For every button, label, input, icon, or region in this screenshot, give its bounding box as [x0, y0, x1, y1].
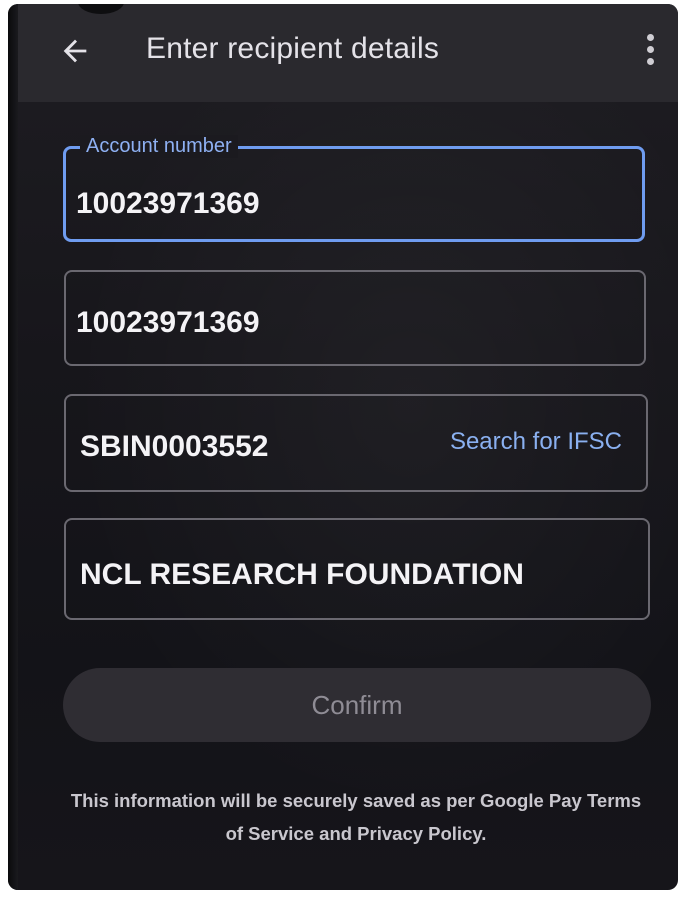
- recipient-name-value: NCL RESEARCH FOUNDATION: [80, 558, 524, 591]
- ifsc-field[interactable]: SBIN0003552 Search for IFSC: [64, 394, 648, 492]
- disclaimer-line-1: This information will be securely saved …: [70, 790, 642, 811]
- search-ifsc-link[interactable]: Search for IFSC: [450, 428, 622, 456]
- more-vert-icon[interactable]: [644, 34, 656, 70]
- page-title: Enter recipient details: [146, 32, 440, 65]
- disclaimer-text: This information will be securely saved …: [48, 784, 664, 850]
- confirm-button[interactable]: Confirm: [63, 668, 651, 742]
- phone-bezel: [8, 4, 18, 890]
- arrow-left-icon[interactable]: [58, 34, 92, 68]
- camera-cutout: [78, 4, 124, 14]
- account-number-value: 10023971369: [76, 187, 260, 220]
- disclaimer-line-2: of Service and Privacy Policy.: [225, 823, 487, 844]
- phone-screen: Enter recipient details Account number 1…: [8, 4, 678, 890]
- recipient-name-field[interactable]: NCL RESEARCH FOUNDATION: [64, 518, 650, 620]
- ifsc-value: SBIN0003552: [80, 430, 269, 463]
- account-number-field[interactable]: Account number 10023971369: [63, 135, 645, 242]
- account-number-label: Account number: [80, 135, 238, 158]
- confirm-account-number-field[interactable]: 10023971369: [64, 270, 646, 366]
- confirm-account-number-value: 10023971369: [76, 306, 260, 339]
- app-bar: Enter recipient details: [18, 4, 678, 102]
